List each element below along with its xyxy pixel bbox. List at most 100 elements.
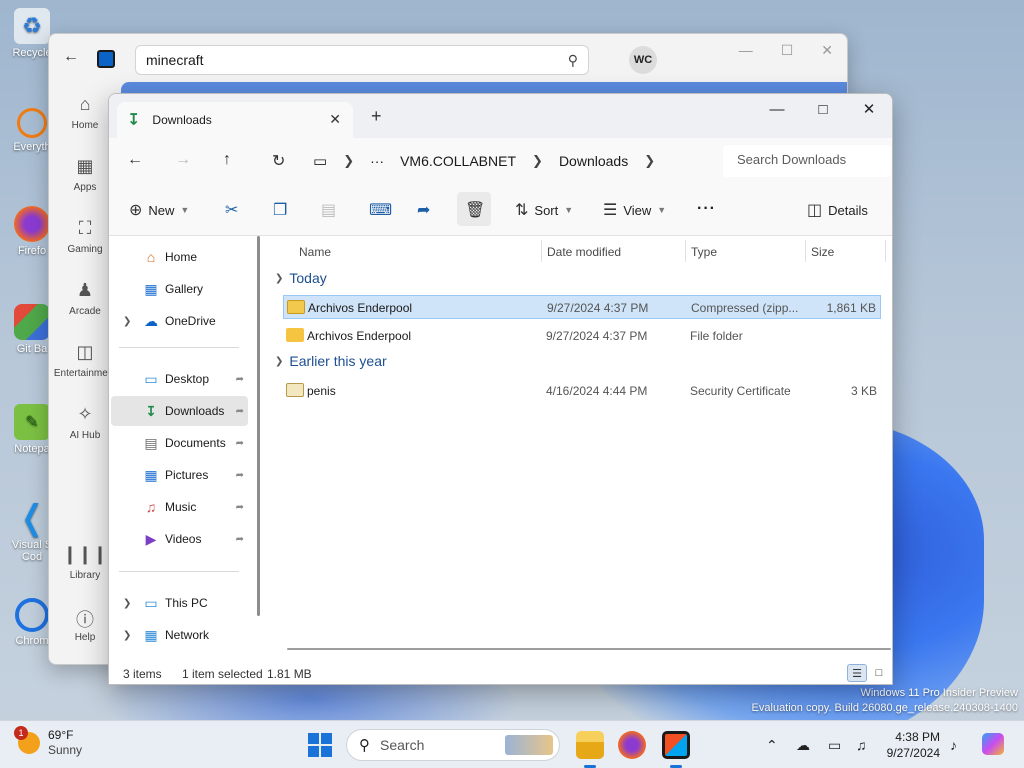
- close-button[interactable]: ✕: [846, 94, 892, 124]
- back-arrow-icon[interactable]: ←: [63, 48, 79, 66]
- chevron-down-icon: ❯: [275, 272, 284, 284]
- pin-icon[interactable]: ➦: [236, 534, 244, 545]
- chevron-right-icon[interactable]: ❯: [532, 153, 543, 169]
- tab-downloads[interactable]: ↧ Downloads ✕: [117, 102, 353, 138]
- new-tab-button[interactable]: +: [371, 106, 382, 127]
- notification-badge: 1: [14, 726, 28, 740]
- file-row[interactable]: Archivos Enderpool 9/27/2024 4:37 PM Fil…: [283, 324, 881, 348]
- chevron-right-icon[interactable]: ❯: [123, 316, 131, 327]
- view-button[interactable]: ☰ View ▼: [603, 200, 666, 220]
- column-header-name[interactable]: Name: [299, 241, 331, 263]
- weather-widget[interactable]: 1 69°F Sunny: [14, 726, 82, 758]
- desktop-icon: ▭: [144, 370, 158, 387]
- share-button[interactable]: ➦: [417, 200, 430, 220]
- cut-button[interactable]: ✂: [225, 200, 238, 220]
- window-controls: — □ ✕: [754, 94, 892, 124]
- pin-icon[interactable]: ➦: [236, 470, 244, 481]
- store-taskbar-icon[interactable]: [662, 731, 690, 759]
- selection-count: 1 item selected: [182, 667, 263, 681]
- network-off-icon[interactable]: ☁: [796, 737, 810, 754]
- clock[interactable]: 4:38 PM 9/27/2024: [876, 729, 940, 761]
- nav-item-this-pc[interactable]: ❯ ▭ This PC: [111, 588, 248, 618]
- column-divider[interactable]: [541, 240, 542, 262]
- nav-item-home[interactable]: ⌂ Home: [111, 242, 248, 272]
- details-view-icon[interactable]: ☰: [847, 664, 867, 682]
- nav-item-network[interactable]: ❯ ▦ Network: [111, 620, 248, 650]
- search-icon[interactable]: ⚲: [568, 52, 578, 69]
- horizontal-scrollbar[interactable]: [287, 648, 891, 650]
- file-row[interactable]: Archivos Enderpool 9/27/2024 4:37 PM Com…: [283, 295, 881, 319]
- new-button[interactable]: ⊕ New ▼: [129, 200, 189, 220]
- maximize-icon[interactable]: ☐: [781, 42, 794, 59]
- column-divider[interactable]: [685, 240, 686, 262]
- chevron-right-icon[interactable]: ❯: [644, 153, 655, 169]
- breadcrumb-segment-host[interactable]: VM6.COLLABNET: [400, 153, 516, 169]
- chevron-right-icon[interactable]: ❯: [343, 153, 354, 169]
- pictures-icon: ▦: [144, 466, 158, 483]
- nav-divider: [119, 571, 239, 572]
- store-search-input[interactable]: minecraft ⚲: [135, 45, 589, 75]
- sun-icon: 1: [14, 726, 40, 754]
- breadcrumb-overflow[interactable]: ···: [370, 153, 384, 169]
- chevron-up-icon[interactable]: ⌃: [766, 737, 778, 754]
- column-header-date[interactable]: Date modified: [547, 241, 621, 263]
- breadcrumb[interactable]: ▭ ❯ ··· VM6.COLLABNET ❯ Downloads ❯: [313, 145, 713, 177]
- download-arrow-icon: ↧: [127, 112, 141, 129]
- up-arrow-icon[interactable]: ↑: [223, 151, 231, 169]
- file-row[interactable]: penis 4/16/2024 4:44 PM Security Certifi…: [283, 379, 881, 403]
- nav-item-downloads[interactable]: ↧ Downloads ➦: [111, 396, 248, 426]
- column-header-size[interactable]: Size: [811, 241, 834, 263]
- tiles-view-icon[interactable]: □: [869, 664, 889, 682]
- sort-button[interactable]: ⇅ Sort ▼: [515, 200, 573, 220]
- nav-scrollbar[interactable]: [257, 236, 260, 616]
- pin-icon[interactable]: ➦: [236, 438, 244, 449]
- status-bar: 3 items 1 item selected 1.81 MB ☰ □: [109, 660, 892, 684]
- forward-arrow-icon[interactable]: →: [175, 151, 191, 169]
- share-icon: ➦: [417, 202, 431, 219]
- pin-icon[interactable]: ➦: [236, 374, 244, 385]
- firefox-taskbar-icon[interactable]: [618, 731, 646, 759]
- display-icon[interactable]: ▭: [828, 737, 841, 754]
- music-icon: ♫: [145, 499, 157, 515]
- chevron-right-icon[interactable]: ❯: [123, 598, 131, 609]
- pin-icon[interactable]: ➦: [236, 502, 244, 513]
- close-icon[interactable]: ✕: [821, 42, 833, 59]
- copy-button[interactable]: ❐: [273, 200, 287, 220]
- pin-icon[interactable]: ➦: [236, 406, 244, 417]
- bell-icon[interactable]: ♪: [950, 737, 957, 753]
- taskbar-search[interactable]: ⚲ Search: [346, 729, 560, 761]
- start-button[interactable]: [308, 733, 332, 757]
- rename-button[interactable]: ⌨: [369, 200, 392, 220]
- refresh-icon[interactable]: ↻: [272, 151, 285, 171]
- group-header-today[interactable]: ❯ Today: [275, 270, 327, 286]
- nav-item-gallery[interactable]: ▦ Gallery: [111, 274, 248, 304]
- nav-item-pictures[interactable]: ▦ Pictures ➦: [111, 460, 248, 490]
- back-arrow-icon[interactable]: ←: [127, 151, 143, 169]
- more-options-icon[interactable]: ···: [697, 200, 716, 218]
- nav-item-music[interactable]: ♫ Music ➦: [111, 492, 248, 522]
- minimize-icon[interactable]: —: [739, 42, 753, 59]
- column-divider[interactable]: [885, 240, 886, 262]
- nav-item-onedrive[interactable]: ❯ ☁ OneDrive: [111, 306, 248, 336]
- delete-button[interactable]: 🗑: [465, 200, 485, 220]
- computer-icon: ▭: [144, 594, 158, 611]
- maximize-button[interactable]: □: [800, 94, 846, 124]
- avatar[interactable]: WC: [629, 46, 657, 74]
- nav-item-videos[interactable]: ▶ Videos ➦: [111, 524, 248, 554]
- volume-icon[interactable]: ♫: [856, 737, 867, 753]
- minimize-button[interactable]: —: [754, 94, 800, 124]
- search-input[interactable]: Search Downloads: [723, 145, 891, 177]
- nav-item-documents[interactable]: ▤ Documents ➦: [111, 428, 248, 458]
- copilot-icon[interactable]: [982, 733, 1004, 755]
- explorer-window[interactable]: ↧ Downloads ✕ + — □ ✕ ← → ↑ ↻ ▭ ❯ ··· VM…: [108, 93, 893, 685]
- details-button[interactable]: ◫ Details: [807, 200, 868, 220]
- chevron-right-icon[interactable]: ❯: [123, 630, 131, 641]
- paste-button[interactable]: ▤: [321, 200, 336, 220]
- column-header-type[interactable]: Type: [691, 241, 717, 263]
- breadcrumb-segment-downloads[interactable]: Downloads: [559, 153, 628, 169]
- column-divider[interactable]: [805, 240, 806, 262]
- close-tab-icon[interactable]: ✕: [329, 111, 341, 128]
- group-header-earlier[interactable]: ❯ Earlier this year: [275, 353, 387, 369]
- file-explorer-taskbar-icon[interactable]: [576, 731, 604, 759]
- nav-item-desktop[interactable]: ▭ Desktop ➦: [111, 364, 248, 394]
